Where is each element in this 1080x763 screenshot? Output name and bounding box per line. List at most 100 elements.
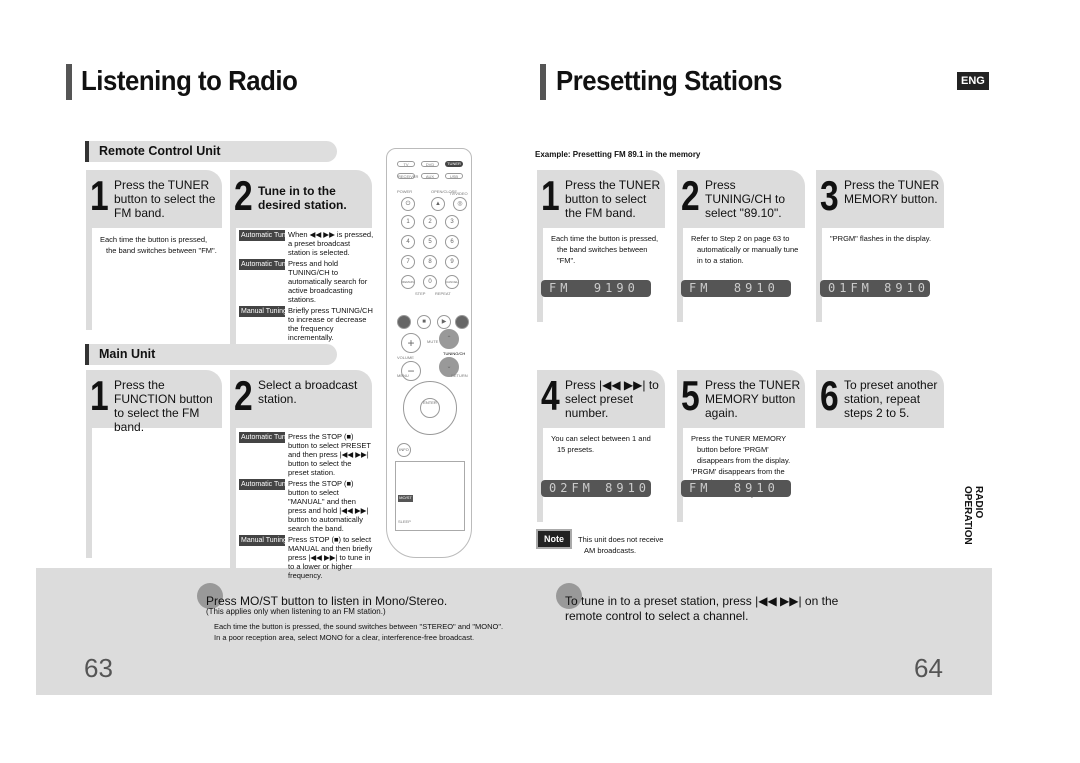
mono-bullet: Each time the button is pressed, the sou… (214, 622, 504, 631)
step-text: Tune in to the desired station. (258, 184, 347, 212)
preset-step-3: 3 Press the TUNER MEMORY button. (816, 170, 944, 228)
remote-volume-down-icon: − (401, 361, 421, 381)
remote-usb-button: USB (445, 173, 463, 179)
remote-receiver-button: RECEIVER (397, 173, 419, 179)
mode-text: Briefly press TUNING/CH to increase or d… (288, 306, 373, 342)
remote-control-illustration: TV DVD TUNER RECEIVER AUX USB POWER OPEN… (386, 148, 472, 558)
lcd-display: 01FM 8910 (820, 280, 930, 297)
remote-digit: 1 (401, 215, 415, 229)
main-step-2-modes: Automatic Tuning 1Press the STOP (■) but… (230, 428, 376, 582)
mode-row: Automatic Tuning 2Press and hold TUNING/… (239, 259, 374, 304)
remote-mute-label: MUTE (427, 339, 439, 344)
main-step-1-col (86, 428, 96, 558)
remote-power-icon: ⏻ (401, 197, 415, 211)
preset-step-4: 4 Press |◀◀ ▶▶| to select preset number. (537, 370, 665, 428)
page-title-left: Listening to Radio (81, 65, 298, 96)
lcd-display: 02FM 8910 (541, 480, 651, 497)
mode-tag: Automatic Tuning 2 (239, 479, 285, 490)
remote-volume-up-icon: + (401, 333, 421, 353)
main-step-1: 1 Press the FUNCTION button to select th… (86, 370, 222, 434)
bottom-band (36, 568, 992, 695)
remote-digit: REMAIN (401, 275, 415, 289)
remote-play-icon: ▶ (437, 315, 451, 329)
remote-tvvideo-icon: ◎ (453, 197, 467, 211)
remote-stop-icon: ■ (417, 315, 431, 329)
mode-row: Automatic Tuning 1When ◀◀ ▶▶ is pressed,… (239, 230, 374, 257)
mode-tag: Automatic Tuning 1 (239, 230, 285, 241)
lcd-display: FM 8910 (681, 480, 791, 497)
page-title-right: Presetting Stations (556, 65, 783, 96)
remote-digit: 2 (423, 215, 437, 229)
preset-step-3-notes: "PRGM" flashes in the display. (816, 228, 944, 322)
remote-tvvideo-label: TV/VIDEO (449, 191, 468, 196)
remote-dvd-button: DVD (421, 161, 439, 167)
preset-step-2-notes: Refer to Step 2 on page 63 to automatica… (677, 228, 805, 322)
bullet: Each time the button is pressed, the ban… (100, 235, 217, 255)
preset-tip: To tune in to a preset station, press |◀… (565, 594, 839, 623)
remote-digit: 6 (445, 235, 459, 249)
page-number-left: 63 (84, 653, 113, 683)
remote-return-label: RETURN (451, 373, 468, 378)
mode-row: Automatic Tuning 2Press the STOP (■) but… (239, 479, 374, 533)
remote-digit: 8 (423, 255, 437, 269)
side-tab-radio-operation: RADIO OPERATION (962, 486, 984, 545)
lcd-display: FM 8910 (681, 280, 791, 297)
remote-power-label: POWER (397, 189, 413, 194)
step-number: 6 (820, 372, 839, 419)
remote-volume-label: VOLUME (397, 355, 414, 360)
remote-tuning-label: TUNING/CH (443, 351, 466, 356)
mode-tag: Automatic Tuning 1 (239, 432, 285, 443)
section-header-remote: Remote Control Unit (85, 141, 337, 162)
step-number: 5 (681, 372, 700, 419)
mono-stereo-sub: (This applies only when listening to an … (206, 607, 386, 616)
remote-digit: 5 (423, 235, 437, 249)
bullet: Press the TUNER MEMORY button before 'PR… (691, 434, 791, 465)
step-text: Press the FUNCTION button to select the … (114, 378, 213, 434)
step-number: 2 (234, 372, 253, 419)
bullet: You can select between 1 and 15 presets. (551, 434, 651, 454)
remote-menu-label: MENU (397, 373, 409, 378)
step-text: Press the TUNER MEMORY button again. (705, 378, 801, 420)
step-number: 2 (234, 172, 253, 219)
mode-row: Automatic Tuning 1Press the STOP (■) but… (239, 432, 374, 477)
remote-tuner-button: TUNER (445, 161, 463, 167)
remote-sleep-label: SLEEP (398, 519, 411, 524)
step-text: Press the TUNER button to select the FM … (565, 178, 661, 220)
bullet: Each time the button is pressed, the ban… (551, 234, 659, 265)
page-number-right: 64 (914, 653, 943, 683)
bullet: "PRGM" flashes in the display. (830, 234, 932, 243)
remote-most-button: MO/ST (398, 495, 413, 502)
mode-text: Press the STOP (■) button to select PRES… (288, 432, 371, 477)
step-number: 3 (820, 172, 839, 219)
main-step-2: 2 Select a broadcast station. (230, 370, 372, 428)
section-header-main: Main Unit (85, 344, 337, 365)
remote-step-2: 2 Tune in to the desired station. (230, 170, 372, 228)
step-text: Press the TUNER MEMORY button. (844, 178, 940, 206)
remote-step-1-notes: Each time the button is pressed, the ban… (86, 228, 222, 330)
remote-step-1: 1 Press the TUNER button to select the F… (86, 170, 222, 228)
preset-step-4-notes: You can select between 1 and 15 presets. (537, 428, 665, 522)
step-text: Press the TUNER button to select the FM … (114, 178, 216, 220)
step-number: 2 (681, 172, 700, 219)
mode-tag: Manual Tuning (239, 535, 285, 546)
mode-tag: Manual Tuning (239, 306, 285, 317)
example-caption: Example: Presetting FM 89.1 in the memor… (535, 150, 701, 159)
remote-digit: 3 (445, 215, 459, 229)
step-number: 1 (90, 372, 109, 419)
remote-step-2-modes: Automatic Tuning 1When ◀◀ ▶▶ is pressed,… (230, 228, 376, 344)
remote-digit: CANCEL (445, 275, 459, 289)
step-number: 1 (541, 172, 560, 219)
mode-row: Manual Tuning Press STOP (■) to select MA… (239, 535, 374, 580)
mode-row: Manual Tuning Briefly press TUNING/CH to … (239, 306, 374, 342)
mode-text: Press STOP (■) to select MANUAL and then… (288, 535, 373, 580)
title-bar (540, 64, 546, 100)
note-label: Note (536, 529, 572, 549)
mode-text: Press the STOP (■) button to select "MAN… (288, 479, 369, 533)
preset-step-6: 6 To preset another station, repeat step… (816, 370, 944, 428)
remote-repeat-label: REPEAT (435, 291, 451, 296)
mode-text: When ◀◀ ▶▶ is pressed, a preset broadcas… (288, 230, 374, 257)
remote-digit: 4 (401, 235, 415, 249)
title-bar (66, 64, 72, 100)
remote-step-label: STEP (415, 291, 426, 296)
remote-digit: 9 (445, 255, 459, 269)
